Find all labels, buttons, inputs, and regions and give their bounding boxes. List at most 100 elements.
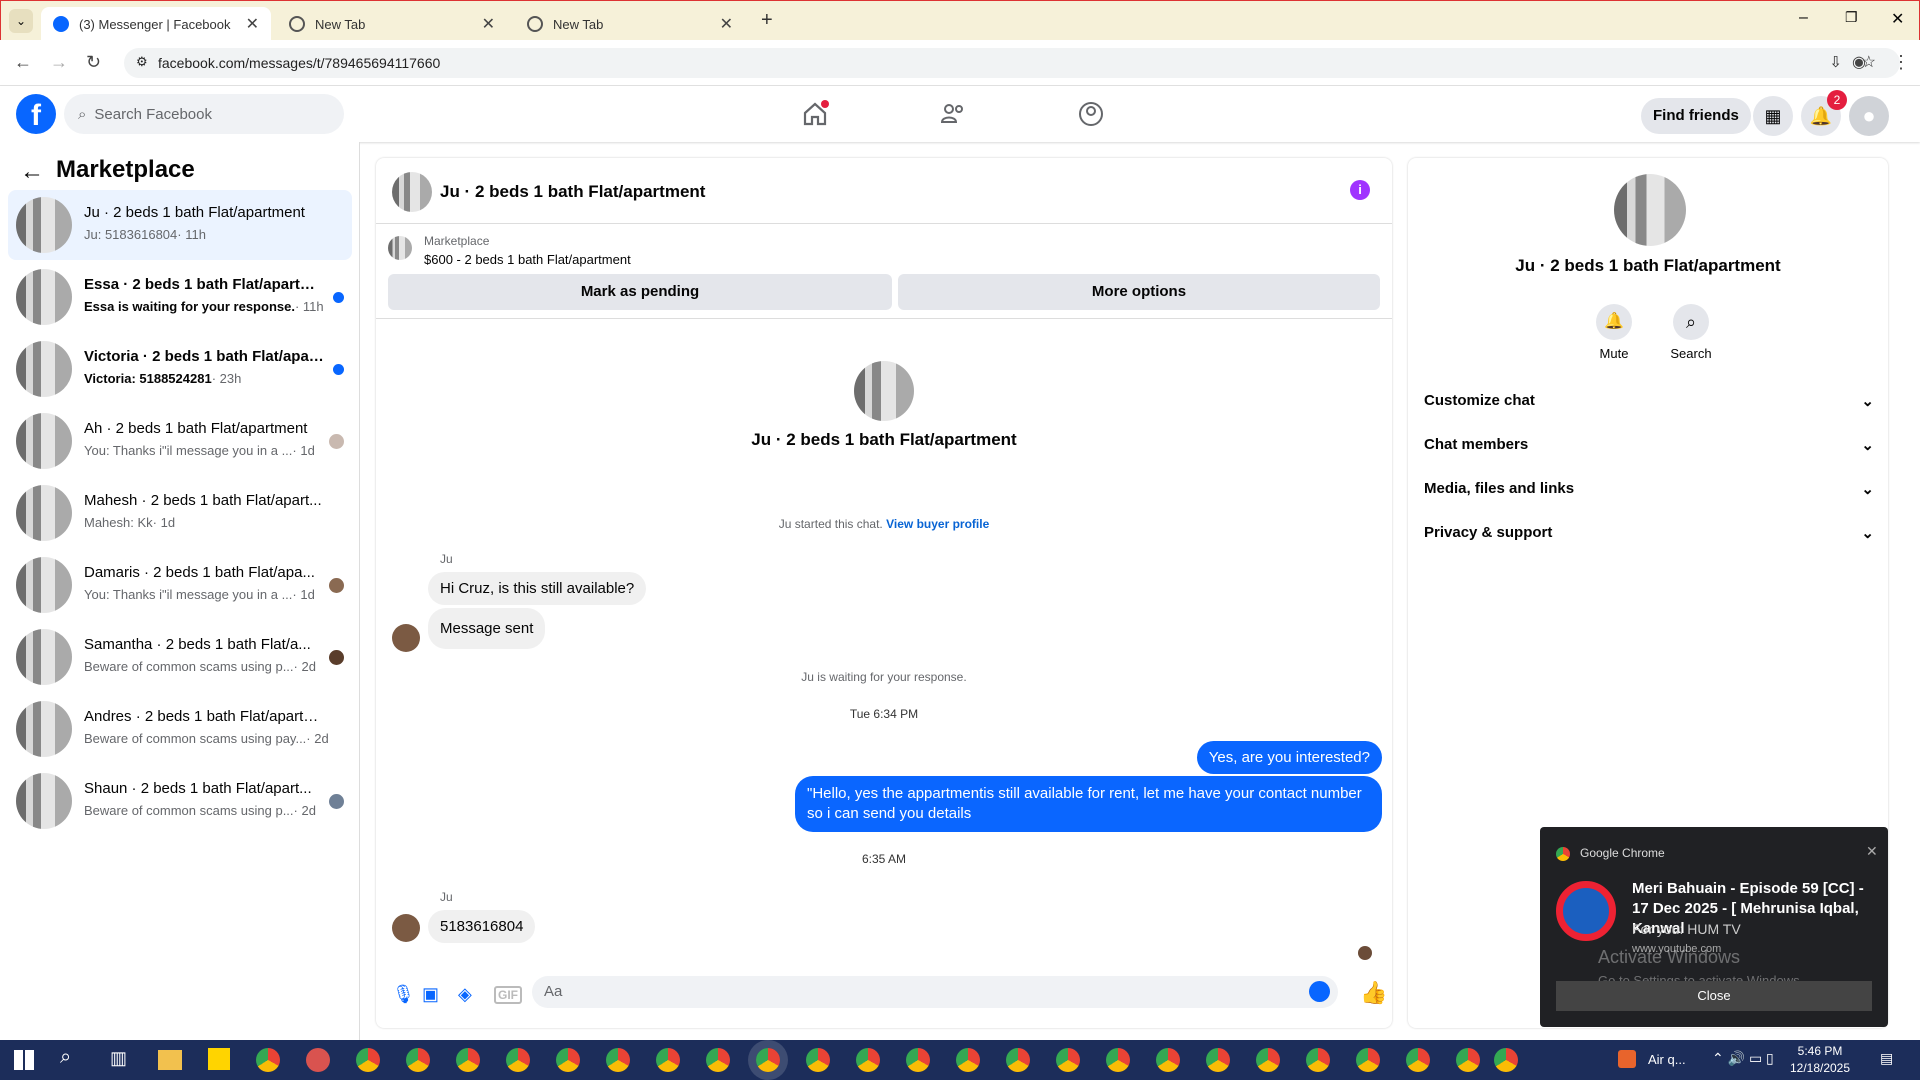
account-avatar[interactable]: ● [1849,96,1889,136]
facebook-logo[interactable]: f [16,94,56,134]
chrome-icon[interactable] [1056,1048,1080,1072]
incoming-message[interactable]: Message sent [428,608,546,649]
search-button[interactable]: ⌕ Search [1664,304,1718,361]
app-icon[interactable] [306,1048,330,1072]
mark-as-pending-button[interactable]: Mark as pending [388,274,892,310]
notification-center-icon[interactable]: ▤ [1880,1050,1893,1067]
chrome-icon-active[interactable] [756,1048,780,1072]
site-info-icon[interactable]: ⚙ [136,54,148,70]
conversation-item[interactable]: Essa · 2 beds 1 bath Flat/apartme... Essa… [8,262,352,332]
conversation-item[interactable]: Damaris · 2 beds 1 bath Flat/apa... You: … [8,550,352,620]
chrome-icon[interactable] [1356,1048,1380,1072]
clock-date[interactable]: 12/18/2025 [1780,1061,1860,1075]
tab-new-2[interactable]: New Tab ✕ [515,7,745,41]
back-icon[interactable]: ← [14,52,32,73]
chrome-icon[interactable] [1406,1048,1430,1072]
weather-icon[interactable] [1618,1050,1636,1068]
conversation-item[interactable]: Shaun · 2 beds 1 bath Flat/apart... Bewar… [8,766,352,836]
minimize-button[interactable]: – [1799,9,1808,27]
install-icon[interactable]: ⇩ [1829,53,1842,71]
search-input[interactable]: ⌕ Search Facebook [64,94,344,134]
restore-button[interactable]: ❐ [1845,9,1858,26]
chrome-icon[interactable] [1494,1048,1518,1072]
chrome-icon[interactable] [956,1048,980,1072]
like-thumb-icon[interactable]: 👍 [1360,980,1387,1006]
chat-avatar[interactable] [392,172,432,212]
photo-icon[interactable]: ▣ [422,984,439,1005]
message-input[interactable]: Aa [532,976,1338,1008]
outgoing-message[interactable]: "Hello, yes the appartmentis still avail… [795,776,1382,832]
find-friends-button[interactable]: Find friends [1641,98,1751,134]
emoji-icon[interactable] [1309,981,1330,1002]
accordion-media[interactable]: Media, files and links ⌄ [1424,480,1874,498]
friends-icon[interactable] [939,100,967,128]
chrome-icon[interactable] [1106,1048,1130,1072]
tab-messenger[interactable]: (3) Messenger | Facebook ✕ [41,7,271,41]
incoming-message[interactable]: Hi Cruz, is this still available? [428,572,647,605]
gif-icon[interactable]: GIF [494,986,522,1004]
address-bar[interactable]: ⚙ facebook.com/messages/t/78946569411766… [124,48,1900,78]
chrome-icon[interactable] [1456,1048,1480,1072]
conversation-item[interactable]: Mahesh · 2 beds 1 bath Flat/apart... Mahe… [8,478,352,548]
notification-close-button[interactable]: Close [1556,981,1872,1011]
listing-title[interactable]: $600 - 2 beds 1 bath Flat/apartment [424,252,631,267]
close-icon[interactable]: ✕ [720,14,733,34]
chrome-icon[interactable] [556,1048,580,1072]
window-close-button[interactable]: ✕ [1891,9,1904,29]
outgoing-message[interactable]: Yes, are you interested? [1196,741,1382,774]
back-arrow-icon[interactable]: ← [20,158,44,186]
file-explorer-icon[interactable] [158,1050,182,1070]
info-icon[interactable]: i [1350,180,1370,200]
close-icon[interactable]: ✕ [482,14,495,34]
clock-time[interactable]: 5:46 PM [1780,1044,1860,1058]
chrome-icon[interactable] [256,1048,280,1072]
home-icon[interactable] [801,100,829,128]
view-buyer-profile-link[interactable]: View buyer profile [886,517,989,531]
chrome-icon[interactable] [906,1048,930,1072]
weather-text[interactable]: Air q... [1648,1052,1686,1067]
chrome-icon[interactable] [406,1048,430,1072]
chrome-icon[interactable] [1256,1048,1280,1072]
forward-icon[interactable]: → [50,52,68,73]
chrome-icon[interactable] [506,1048,530,1072]
tab-new-1[interactable]: New Tab ✕ [277,7,507,41]
chrome-icon[interactable] [806,1048,830,1072]
sticker-icon[interactable]: ◈ [458,984,472,1005]
more-options-button[interactable]: More options [898,274,1380,310]
chrome-icon[interactable] [1206,1048,1230,1072]
conversation-item[interactable]: Andres · 2 beds 1 bath Flat/apartm... Bew… [8,694,352,764]
chrome-notification[interactable]: Google Chrome ✕ Meri Bahuain - Episode 5… [1540,827,1888,1027]
accordion-chat-members[interactable]: Chat members ⌄ [1424,436,1874,454]
microphone-icon[interactable]: 🎙 [392,984,415,1005]
chrome-icon[interactable] [1306,1048,1330,1072]
chrome-icon[interactable] [1156,1048,1180,1072]
new-tab-button[interactable]: + [761,9,773,32]
reload-icon[interactable]: ↻ [86,52,101,73]
task-view-icon[interactable]: ▥ [110,1048,127,1069]
menu-kebab-icon[interactable]: ⋮ [1892,52,1910,73]
chat-title[interactable]: Ju · 2 beds 1 bath Flat/apartment [440,182,705,202]
menu-grid-button[interactable]: ▦ [1753,96,1793,136]
incoming-message[interactable]: 5183616804 [428,910,536,943]
close-icon[interactable]: ✕ [1866,843,1878,860]
sticky-notes-icon[interactable] [208,1048,230,1070]
accordion-customize-chat[interactable]: Customize chat ⌄ [1424,392,1874,410]
conversation-item[interactable]: Samantha · 2 beds 1 bath Flat/a... Beware… [8,622,352,692]
tray-icons[interactable]: ⌃ 🔊 ▭ ▯ [1712,1050,1774,1067]
chrome-icon[interactable] [1006,1048,1030,1072]
profile-icon[interactable]: ◉ [1852,52,1866,72]
tab-list-dropdown[interactable]: ⌄ [9,9,33,33]
chrome-icon[interactable] [656,1048,680,1072]
chrome-icon[interactable] [456,1048,480,1072]
chrome-icon[interactable] [856,1048,880,1072]
conversation-item[interactable]: Ah · 2 beds 1 bath Flat/apartment You: Th… [8,406,352,476]
accordion-privacy[interactable]: Privacy & support ⌄ [1424,524,1874,542]
chrome-icon[interactable] [606,1048,630,1072]
close-icon[interactable]: ✕ [246,14,259,34]
search-icon[interactable]: ⌕ [60,1046,71,1069]
mute-button[interactable]: 🔔 Mute [1594,304,1634,361]
windows-start-icon[interactable] [14,1050,34,1070]
conversation-item[interactable]: Ju · 2 beds 1 bath Flat/apartment Ju: 518… [8,190,352,260]
groups-icon[interactable] [1077,100,1105,128]
chrome-icon[interactable] [356,1048,380,1072]
